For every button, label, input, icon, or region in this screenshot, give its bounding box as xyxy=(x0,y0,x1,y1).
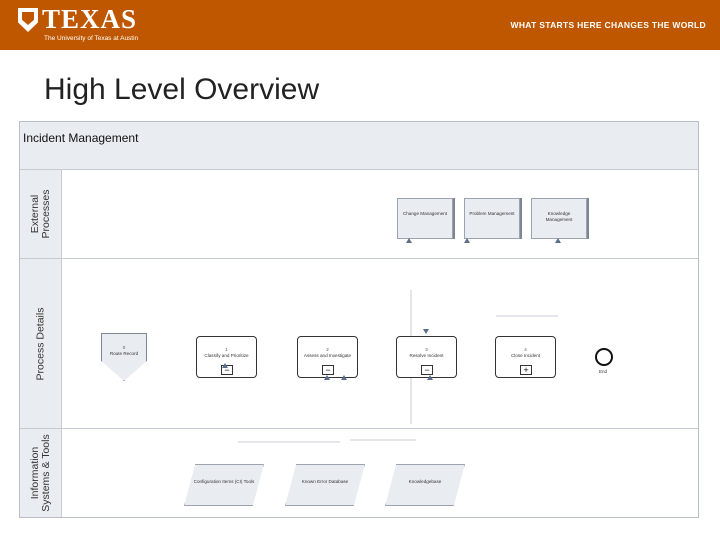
logo-subtitle: The University of Texas at Austin xyxy=(44,35,139,42)
arrow-up-icon xyxy=(406,238,412,243)
arrow-up-icon xyxy=(222,363,228,368)
logo-wordmark: TEXAS xyxy=(42,4,138,34)
arrow-down-icon xyxy=(423,329,429,334)
arrow-up-icon xyxy=(464,238,470,243)
university-logo[interactable]: TEXAS The University of Texas at Austin xyxy=(18,4,148,46)
slide-title: High Level Overview xyxy=(44,73,320,106)
swimlane-diagram: Incident Management External Processes C… xyxy=(19,121,699,518)
arrow-markers xyxy=(222,238,561,380)
arrow-up-icon xyxy=(324,375,330,380)
shield-icon xyxy=(18,8,38,32)
arrow-up-icon xyxy=(427,375,433,380)
connector-lines xyxy=(238,290,558,443)
header-banner: TEXAS The University of Texas at Austin … xyxy=(0,0,720,50)
tagline: WHAT STARTS HERE CHANGES THE WORLD xyxy=(510,20,706,30)
connector-layer xyxy=(222,238,561,443)
arrow-up-icon xyxy=(341,375,347,380)
arrow-up-icon xyxy=(555,238,561,243)
